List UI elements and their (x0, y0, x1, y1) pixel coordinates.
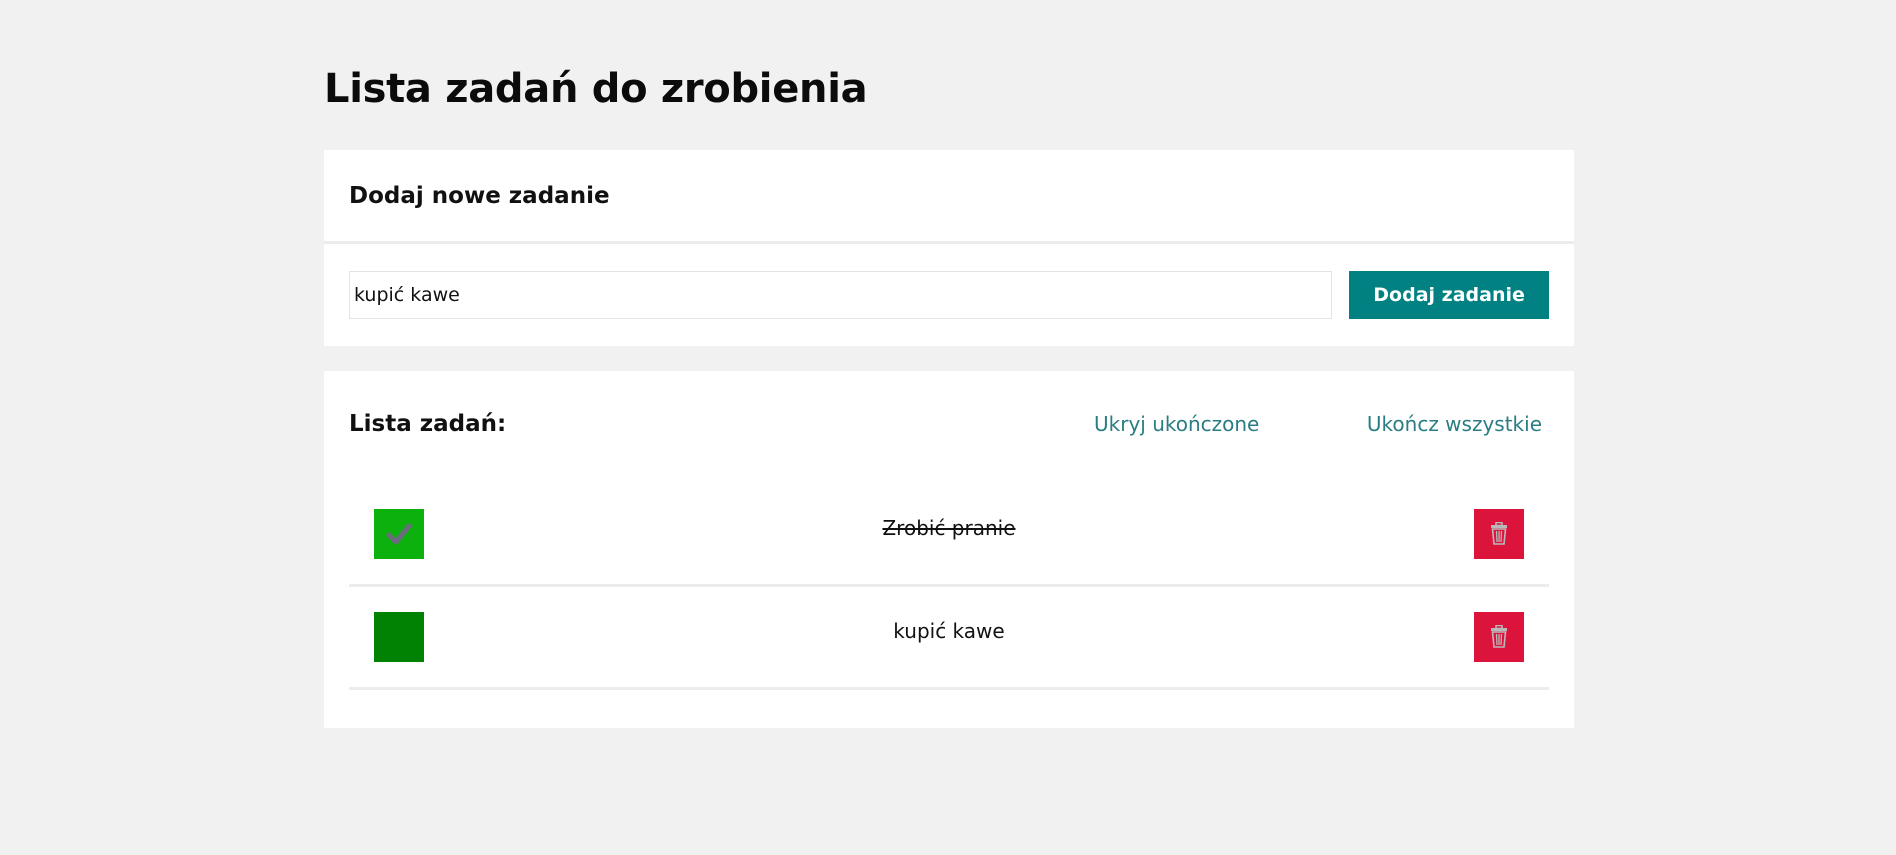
add-task-card: Dodaj nowe zadanie Dodaj zadanie (324, 150, 1574, 346)
add-task-header: Dodaj nowe zadanie (324, 150, 1574, 244)
delete-task-button[interactable] (1474, 612, 1524, 662)
task-list-heading: Lista zadań: (349, 411, 507, 437)
new-task-input[interactable] (349, 271, 1333, 319)
task-row: kupić kawe (349, 587, 1549, 690)
task-list-header: Lista zadań: Ukryj ukończone Ukończ wszy… (349, 371, 1549, 484)
task-list-card: Lista zadań: Ukryj ukończone Ukończ wszy… (324, 371, 1574, 728)
task-text: Zrobić pranie (882, 516, 1016, 540)
add-task-button[interactable]: Dodaj zadanie (1349, 271, 1549, 319)
todo-app: Lista zadań do zrobienia Dodaj nowe zada… (324, 0, 1574, 728)
hide-completed-link[interactable]: Ukryj ukończone (1094, 412, 1259, 436)
complete-all-link[interactable]: Ukończ wszystkie (1367, 412, 1542, 436)
task-text: kupić kawe (893, 619, 1005, 643)
add-task-heading: Dodaj nowe zadanie (349, 182, 610, 209)
delete-task-button[interactable] (1474, 509, 1524, 559)
task-row: Zrobić pranie (349, 484, 1549, 587)
add-task-form: Dodaj zadanie (324, 244, 1574, 346)
page-title: Lista zadań do zrobienia (324, 66, 868, 112)
trash-icon (1491, 625, 1507, 648)
trash-icon (1491, 522, 1507, 545)
